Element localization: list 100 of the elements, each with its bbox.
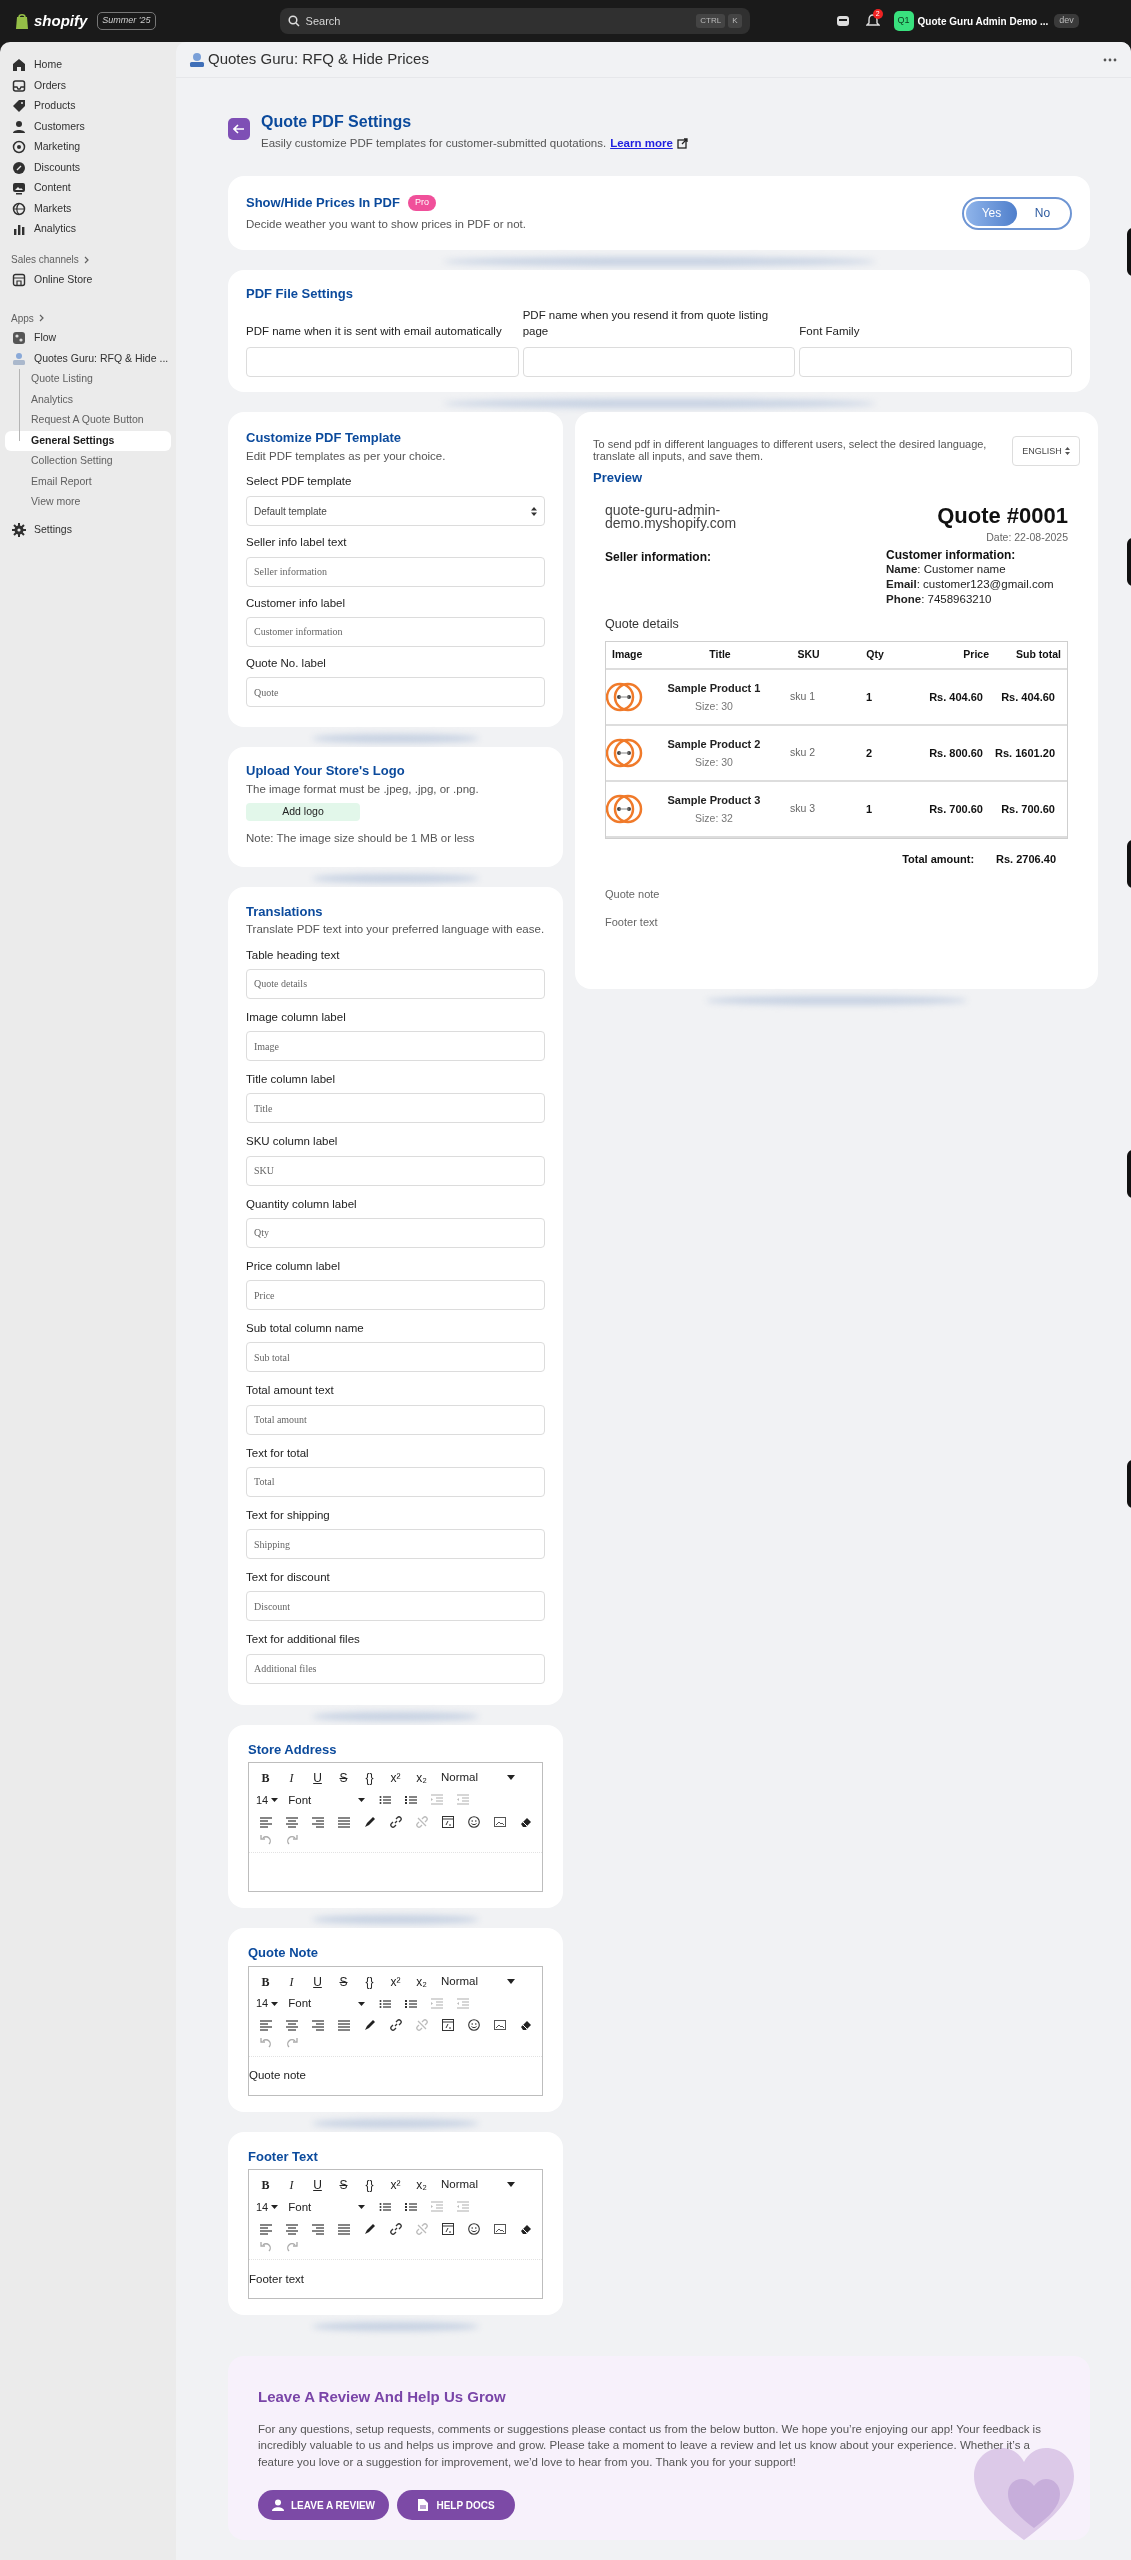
format-button[interactable]: x₂ (412, 1769, 431, 1787)
caret-icon (271, 1798, 279, 1803)
format-button[interactable]: {} (360, 1972, 379, 1990)
action-button[interactable]: LEAVE A REVIEW (258, 2490, 389, 2521)
table-cell-text: Rs. 700.60 (1000, 802, 1055, 817)
format-button[interactable]: S (334, 2176, 353, 2194)
sidebar-item[interactable]: Home (5, 55, 171, 76)
sidebar-item[interactable]: Analytics (5, 389, 171, 410)
font-select[interactable]: Font (285, 2198, 369, 2217)
action-button[interactable]: HELP DOCS (397, 2490, 515, 2521)
bell-icon[interactable] (865, 14, 880, 28)
language-select[interactable]: ENGLISH (1012, 436, 1080, 467)
sidebar-item[interactable]: Online Store (5, 269, 171, 290)
input-field[interactable]: Image (246, 1031, 545, 1062)
link-icon (389, 2019, 402, 2032)
sidebar-item[interactable]: Orders (5, 75, 171, 96)
input-field[interactable]: Additional files (246, 1653, 545, 1684)
sidebar-item[interactable]: Markets (5, 198, 171, 219)
input-field[interactable]: Price (246, 1280, 545, 1311)
sidebar-item[interactable]: Customers (5, 116, 171, 137)
table-cell-text: Sample Product 3 (666, 793, 762, 809)
format-button[interactable]: S (334, 1769, 353, 1787)
input-field[interactable]: Customer information (246, 616, 545, 647)
sidebar-item[interactable]: Collection Setting (5, 451, 171, 472)
add-logo-button[interactable]: Add logo (246, 802, 360, 821)
format-button[interactable]: x² (386, 2176, 405, 2194)
sidebar-item[interactable]: Settings (5, 519, 171, 540)
size-select[interactable]: 14 (256, 1994, 279, 2013)
field-label: PDF name when you resend it from quote listing page (522, 307, 770, 339)
format-button[interactable]: I (282, 1769, 301, 1787)
input-field[interactable]: Shipping (246, 1529, 545, 1560)
size-select[interactable]: 14 (256, 1791, 279, 1810)
field-label: Price column label (246, 1258, 341, 1274)
format-button[interactable]: I (282, 2176, 301, 2194)
input-field[interactable] (799, 346, 1072, 377)
format-button[interactable]: U (308, 1769, 327, 1787)
input-field[interactable]: Qty (246, 1217, 545, 1248)
input-field[interactable]: Title (246, 1093, 545, 1124)
sidebar-item[interactable]: Request A Quote Button (5, 410, 171, 431)
sidebar-item[interactable]: General Settings (5, 430, 171, 451)
format-button[interactable]: x₂ (412, 2176, 431, 2194)
format-button[interactable]: B (256, 1972, 275, 1990)
seller-heading: Seller information: (605, 548, 711, 566)
input-field[interactable]: Total (246, 1466, 545, 1497)
sidebar-item[interactable]: Products (5, 96, 171, 117)
arrow-left-icon (233, 124, 245, 134)
format-button[interactable]: x² (386, 1972, 405, 1990)
card-title: Show/Hide Prices In PDF (246, 194, 400, 213)
sidebar-item[interactable]: Analytics (5, 219, 171, 240)
back-button[interactable] (228, 118, 250, 140)
heading-select[interactable]: Normal (438, 1768, 518, 1787)
input-field[interactable]: Quote (246, 677, 545, 707)
font-select[interactable]: Font (285, 1791, 369, 1810)
format-button[interactable]: I (282, 1972, 301, 1990)
input-field[interactable]: Discount (246, 1591, 545, 1622)
align-justify-icon (337, 1815, 350, 1828)
format-button[interactable]: x² (386, 1769, 405, 1787)
sidebar-item[interactable]: Marketing (5, 137, 171, 158)
format-button[interactable]: U (308, 2176, 327, 2194)
toggle-option[interactable]: No (1017, 200, 1068, 226)
sidebar-item[interactable]: Discounts (5, 157, 171, 178)
input-field[interactable] (522, 346, 796, 377)
format-button[interactable]: {} (360, 2176, 379, 2194)
column-header: SKU (796, 647, 821, 663)
learn-more-link[interactable]: Learn more (610, 135, 673, 153)
input-field[interactable]: Quote details (246, 968, 545, 999)
sidebar-item[interactable]: View more (5, 492, 171, 513)
store-name[interactable]: Quote Guru Admin Demo ... (917, 13, 1049, 29)
input-field[interactable]: SKU (246, 1155, 545, 1186)
size-select[interactable]: 14 (256, 2198, 279, 2217)
app-icon (12, 351, 26, 366)
format-button[interactable]: B (256, 1769, 275, 1787)
format-button[interactable]: B (256, 2176, 275, 2194)
field-label: Text for shipping (246, 1507, 331, 1523)
heading-select[interactable]: Normal (438, 1972, 518, 1991)
eraser-icon (519, 1815, 532, 1828)
more-icon[interactable] (1103, 57, 1117, 62)
search-field[interactable]: Search CTRL K (279, 8, 750, 34)
rich-text-editor[interactable]: B I U S {} x² x₂ Normal 14 Font (248, 1762, 543, 1893)
template-select[interactable]: Default template (246, 496, 545, 527)
format-button[interactable]: x₂ (412, 1972, 431, 1990)
sidebar-item[interactable]: Email Report (5, 471, 171, 492)
input-field[interactable] (246, 346, 519, 377)
sidebar-item[interactable]: Flow (5, 328, 171, 349)
rich-text-editor[interactable]: B I U S {} x² x₂ Normal 14 Font Footer text (248, 2169, 543, 2300)
sidebar-item[interactable]: Quotes Guru: RFQ & Hide ... (5, 348, 171, 369)
sidebar-item[interactable]: Content (5, 178, 171, 199)
sidebar-item[interactable]: Quote Listing (5, 369, 171, 390)
align-center-icon (285, 1815, 298, 1828)
align-left-icon (259, 1815, 272, 1828)
font-select[interactable]: Font (285, 1994, 369, 2013)
input-field[interactable]: Total amount (246, 1404, 545, 1435)
format-button[interactable]: {} (360, 1769, 379, 1787)
rich-text-editor[interactable]: B I U S {} x² x₂ Normal 14 Font Quote note (248, 1965, 543, 2096)
heading-select[interactable]: Normal (438, 2175, 518, 2194)
format-button[interactable]: S (334, 1972, 353, 1990)
input-field[interactable]: Sub total (246, 1342, 545, 1373)
section-heading: Apps (11, 311, 34, 326)
input-field[interactable]: Seller information (246, 556, 545, 587)
format-button[interactable]: U (308, 1972, 327, 1990)
